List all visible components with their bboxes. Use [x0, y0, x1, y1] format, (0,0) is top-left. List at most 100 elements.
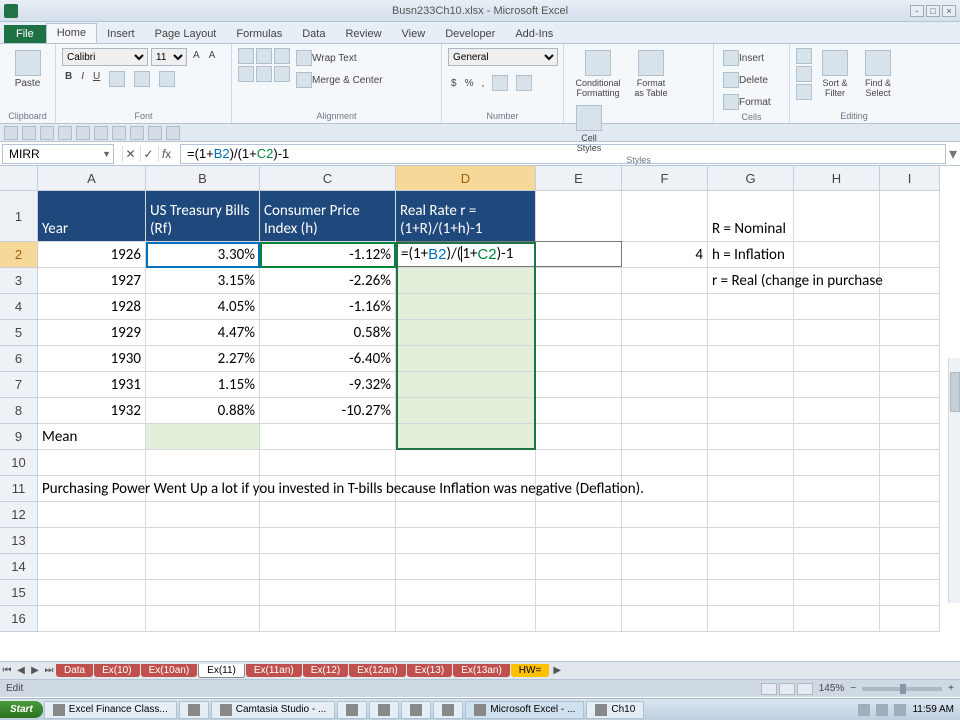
- taskbar-item[interactable]: [433, 701, 463, 719]
- tab-insert[interactable]: Insert: [97, 25, 145, 43]
- cell[interactable]: [38, 606, 146, 632]
- merge-center-button[interactable]: Merge & Center: [293, 70, 386, 90]
- vertical-scrollbar[interactable]: [948, 358, 960, 603]
- cell[interactable]: [708, 554, 794, 580]
- zoom-in-button[interactable]: +: [948, 683, 954, 694]
- cell[interactable]: [708, 346, 794, 372]
- row-header-11[interactable]: 11: [0, 476, 38, 502]
- tab-nav-prev[interactable]: ◀: [14, 664, 28, 678]
- cell[interactable]: [622, 372, 708, 398]
- cell[interactable]: [622, 606, 708, 632]
- format-table-button[interactable]: Format as Table: [629, 48, 673, 100]
- taskbar-item[interactable]: [337, 701, 367, 719]
- cell[interactable]: [536, 450, 622, 476]
- formula-input[interactable]: =(1+B2)/(1+C2)-1: [180, 144, 946, 164]
- cell[interactable]: [260, 528, 396, 554]
- cell[interactable]: =(1+B2)/(1+C2)-1: [396, 242, 536, 268]
- cell[interactable]: [708, 294, 794, 320]
- align-center-icon[interactable]: [256, 66, 272, 82]
- cell[interactable]: [880, 294, 940, 320]
- cell[interactable]: [622, 580, 708, 606]
- cell[interactable]: [146, 580, 260, 606]
- column-header-G[interactable]: G: [708, 166, 794, 191]
- insert-cells-button[interactable]: Insert: [720, 48, 783, 68]
- row-header-6[interactable]: 6: [0, 346, 38, 372]
- column-header-B[interactable]: B: [146, 166, 260, 191]
- cell[interactable]: [146, 502, 260, 528]
- cell[interactable]: [396, 372, 536, 398]
- tab-home[interactable]: Home: [46, 23, 97, 43]
- cell[interactable]: [794, 320, 880, 346]
- cell[interactable]: [708, 450, 794, 476]
- cell[interactable]: [622, 398, 708, 424]
- cell[interactable]: 1932: [38, 398, 146, 424]
- cell[interactable]: [794, 242, 880, 268]
- qat-icon[interactable]: [148, 126, 162, 140]
- cell[interactable]: [794, 606, 880, 632]
- cell[interactable]: 1.15%: [146, 372, 260, 398]
- cell[interactable]: -6.40%: [260, 346, 396, 372]
- cell[interactable]: [260, 554, 396, 580]
- fill-color-button[interactable]: [131, 69, 153, 89]
- qat-icon[interactable]: [76, 126, 90, 140]
- cell[interactable]: [708, 320, 794, 346]
- cell[interactable]: [708, 528, 794, 554]
- cell[interactable]: [146, 528, 260, 554]
- cell[interactable]: [396, 502, 536, 528]
- cell[interactable]: [880, 191, 940, 242]
- cell[interactable]: -1.12%: [260, 242, 396, 268]
- row-header-2[interactable]: 2: [0, 242, 38, 268]
- cell[interactable]: 0.58%: [260, 320, 396, 346]
- row-header-12[interactable]: 12: [0, 502, 38, 528]
- cell[interactable]: [794, 398, 880, 424]
- column-header-I[interactable]: I: [880, 166, 940, 191]
- cell[interactable]: [622, 528, 708, 554]
- cell[interactable]: 1928: [38, 294, 146, 320]
- cell[interactable]: 1927: [38, 268, 146, 294]
- tab-developer[interactable]: Developer: [435, 25, 505, 43]
- cell[interactable]: Consumer Price Index (h): [260, 191, 396, 242]
- cell[interactable]: [880, 320, 940, 346]
- currency-button[interactable]: $: [448, 73, 460, 93]
- cond-format-button[interactable]: Conditional Formatting: [570, 48, 626, 100]
- cell[interactable]: 4.05%: [146, 294, 260, 320]
- comma-button[interactable]: ,: [478, 73, 487, 93]
- column-header-C[interactable]: C: [260, 166, 396, 191]
- cell[interactable]: h = Inflation: [708, 242, 794, 268]
- taskbar-item[interactable]: Microsoft Excel - ...: [465, 701, 584, 719]
- cell[interactable]: [536, 502, 622, 528]
- row-header-10[interactable]: 10: [0, 450, 38, 476]
- cell[interactable]: [260, 424, 396, 450]
- cell[interactable]: [396, 320, 536, 346]
- paste-button[interactable]: Paste: [6, 48, 49, 91]
- cell[interactable]: [38, 502, 146, 528]
- cell[interactable]: [794, 372, 880, 398]
- cell[interactable]: r = Real (change in purchase: [708, 268, 794, 294]
- column-header-D[interactable]: D: [396, 166, 536, 191]
- row-header-1[interactable]: 1: [0, 191, 38, 242]
- cell[interactable]: [794, 554, 880, 580]
- cell[interactable]: [396, 346, 536, 372]
- cell[interactable]: [880, 424, 940, 450]
- bold-button[interactable]: B: [62, 69, 75, 84]
- cell[interactable]: [794, 580, 880, 606]
- cell[interactable]: 3.15%: [146, 268, 260, 294]
- maximize-button[interactable]: □: [926, 5, 940, 17]
- sheet-tab-ex13an[interactable]: Ex(13an): [453, 664, 510, 677]
- sheet-tab-hw[interactable]: HW=: [511, 664, 550, 677]
- cell[interactable]: [38, 528, 146, 554]
- chevron-down-icon[interactable]: ▼: [102, 149, 111, 159]
- cell[interactable]: [880, 398, 940, 424]
- cell[interactable]: [880, 242, 940, 268]
- cell[interactable]: Real Rate r = (1+R)/(1+h)-1: [396, 191, 536, 242]
- cell[interactable]: [794, 424, 880, 450]
- cell[interactable]: [794, 346, 880, 372]
- tray-icon[interactable]: [858, 704, 870, 716]
- cell[interactable]: [396, 528, 536, 554]
- cell[interactable]: [396, 554, 536, 580]
- cell[interactable]: [708, 580, 794, 606]
- clear-icon[interactable]: [796, 84, 812, 100]
- cell[interactable]: [708, 476, 794, 502]
- cell[interactable]: [880, 476, 940, 502]
- cell[interactable]: [880, 554, 940, 580]
